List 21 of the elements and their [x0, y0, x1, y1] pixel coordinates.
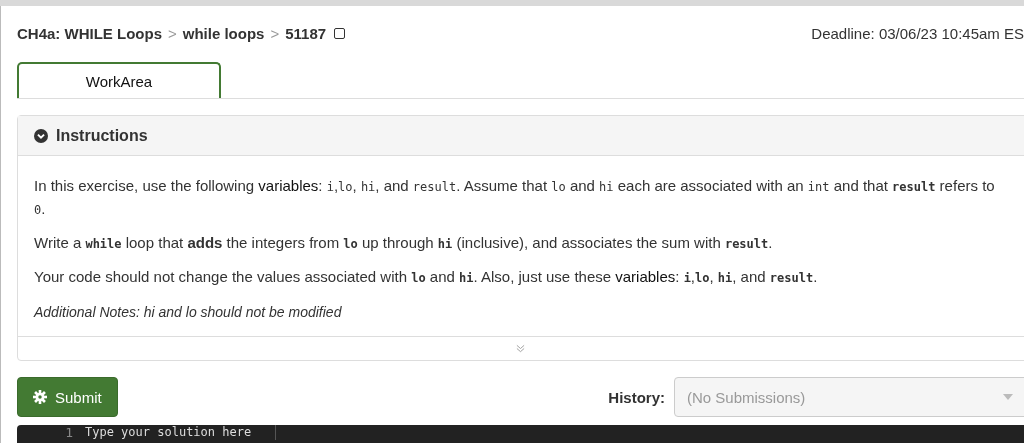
breadcrumb-link[interactable]: while loops [182, 25, 265, 42]
chevron-circle-icon [34, 128, 48, 143]
notes-text: Additional Notes: hi and lo should not be modified [34, 304, 343, 320]
breadcrumb-link[interactable]: CH4a: WHILE Loops [17, 25, 162, 42]
instructions-header[interactable]: Instructions [18, 116, 1024, 156]
breadcrumb-separator: > [168, 25, 177, 42]
code-editor[interactable]: 1 Type your solution here [17, 425, 1024, 443]
history-label: History: [608, 388, 665, 406]
workarea-tab[interactable]: WorkArea [17, 62, 221, 98]
line-number: 1 [64, 425, 74, 440]
deadline-text: Deadline: 03/06/23 10:45am ES [811, 25, 1024, 42]
instruction-paragraph: Your code should not change the values associated with lo and hi. Also, just use these variables: i,lo, hi, and result. [34, 267, 819, 287]
instruction-paragraph: Write a while loop that adds the integers from lo up through hi (inclusive), and associates the sum with result. [34, 233, 774, 253]
gear-icon [33, 390, 47, 404]
submit-button[interactable]: Submit [17, 377, 118, 417]
breadcrumb-link[interactable]: 51187 [285, 25, 327, 42]
instruction-paragraph: In this exercise, use the following variables: i,lo, hi, and result. Assume that lo and hi each are associated with an int and that result refers to 0. [34, 176, 996, 219]
caret-icon [1003, 394, 1013, 400]
breadcrumb-separator: > [270, 25, 280, 42]
editor-placeholder: Type your solution here [81, 425, 276, 440]
bookmark-checkbox[interactable] [334, 28, 346, 39]
